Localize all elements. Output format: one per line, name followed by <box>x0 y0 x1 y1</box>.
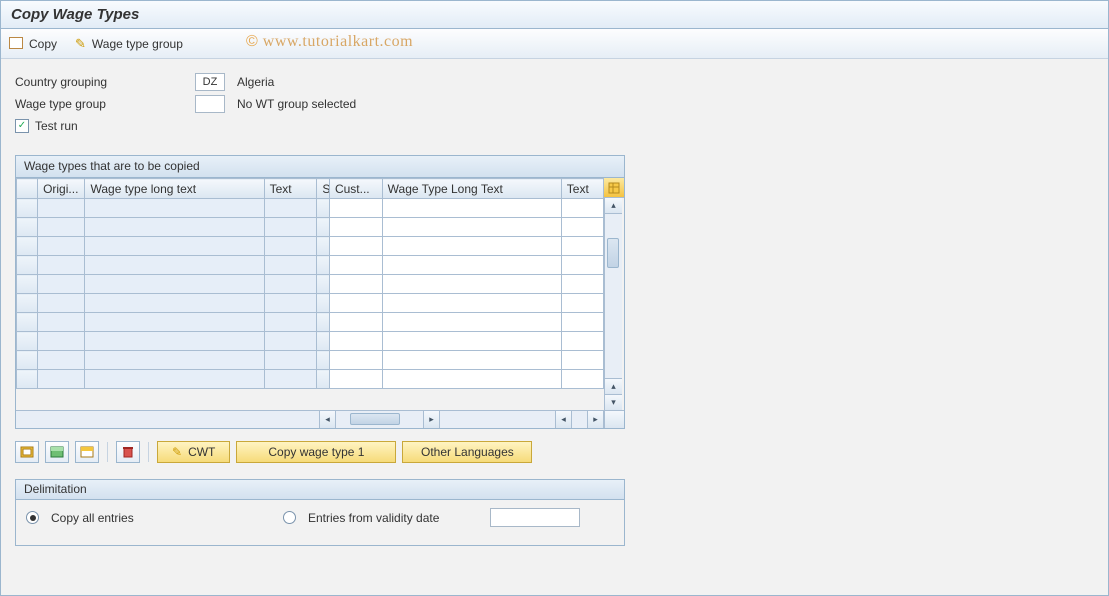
copy-wage-type-1-button[interactable]: Copy wage type 1 <box>236 441 396 463</box>
country-label: Country grouping <box>15 75 195 89</box>
col-wtlt1[interactable]: Wage type long text <box>85 179 264 199</box>
select-all-button[interactable] <box>15 441 39 463</box>
app-window: Copy Wage Types Copy ✎ Wage type group ©… <box>0 0 1109 596</box>
other-languages-button[interactable]: Other Languages <box>402 441 532 463</box>
deselect-all-button[interactable] <box>75 441 99 463</box>
hscroll-right-blank <box>440 411 556 428</box>
entries-from-label: Entries from validity date <box>308 511 478 525</box>
watermark: © © www.tutorialkart.comwww.tutorialkart… <box>246 33 413 51</box>
scroll-thumb[interactable] <box>607 238 619 268</box>
cwt-button[interactable]: ✎ CWT <box>157 441 230 463</box>
entries-from-radio[interactable] <box>283 511 296 524</box>
copy-all-label: Copy all entries <box>51 511 271 525</box>
page-title: Copy Wage Types <box>1 1 1108 29</box>
grid-rows <box>17 199 604 389</box>
col-s[interactable]: S <box>317 179 330 199</box>
wtg-label: Wage type group <box>92 37 183 51</box>
hscroll-thumb[interactable] <box>350 413 400 425</box>
horizontal-scroll-row: ◂ ▸ ◂ ▸ <box>16 410 624 428</box>
column-settings-button[interactable] <box>604 178 624 198</box>
cwt-label: CWT <box>188 445 215 459</box>
title-text: Copy Wage Types <box>11 6 139 23</box>
country-name: Algeria <box>237 75 274 89</box>
scroll-up2-icon[interactable]: ▴ <box>605 378 622 394</box>
delete-button[interactable] <box>116 441 140 463</box>
select-block-button[interactable] <box>45 441 69 463</box>
row-selector-header[interactable] <box>17 179 38 199</box>
col-wtlt2[interactable]: Wage Type Long Text <box>382 179 561 199</box>
vertical-scrollbar[interactable]: ▴ ▴ ▾ <box>604 198 622 410</box>
wtg-desc: No WT group selected <box>237 97 356 111</box>
hscroll-mid[interactable]: ◂ ▸ <box>320 411 440 428</box>
delete-icon <box>121 446 135 458</box>
wage-types-grid[interactable]: Origi... Wage type long text Text S Cust… <box>16 178 604 389</box>
hscroll-left2-icon[interactable]: ◂ <box>556 411 572 428</box>
wage-type-group-button[interactable]: ✎ Wage type group <box>75 36 183 52</box>
col-cust[interactable]: Cust... <box>329 179 382 199</box>
hscroll-right2-icon[interactable]: ▸ <box>587 411 603 428</box>
col-origi[interactable]: Origi... <box>38 179 85 199</box>
deselect-all-icon <box>80 446 94 458</box>
other-lang-label: Other Languages <box>421 445 514 459</box>
copy-button[interactable]: Copy <box>11 37 57 51</box>
copy-icon <box>11 39 23 49</box>
hscroll-end[interactable]: ◂ ▸ <box>556 411 604 428</box>
select-block-icon <box>50 446 64 458</box>
copy-all-radio[interactable] <box>26 511 39 524</box>
separator <box>107 442 108 462</box>
hscroll-right-icon[interactable]: ▸ <box>423 411 439 428</box>
country-row: Country grouping DZ Algeria <box>15 71 1094 93</box>
hscroll-corner <box>604 411 624 428</box>
hscroll-left-blank <box>16 411 320 428</box>
select-all-icon <box>20 446 34 458</box>
action-row: ✎ CWT Copy wage type 1 Other Languages <box>15 441 1094 463</box>
hscroll-left-icon[interactable]: ◂ <box>320 411 336 428</box>
scroll-up-icon[interactable]: ▴ <box>605 198 622 214</box>
table-settings-icon <box>608 182 620 194</box>
wtg-form-label: Wage type group <box>15 97 195 111</box>
table-title: Wage types that are to be copied <box>16 156 624 178</box>
delimitation-title: Delimitation <box>16 480 624 500</box>
wtg-row: Wage type group No WT group selected <box>15 93 1094 115</box>
wtg-code-input[interactable] <box>195 95 225 113</box>
testrun-checkbox[interactable]: ✓ <box>15 119 29 133</box>
col-text1[interactable]: Text <box>264 179 317 199</box>
separator <box>148 442 149 462</box>
wage-types-table-group: Wage types that are to be copied Origi..… <box>15 155 625 429</box>
pencil-icon: ✎ <box>75 36 86 52</box>
testrun-row: ✓ Test run <box>15 115 1094 137</box>
toolbar: Copy ✎ Wage type group © © www.tutorialk… <box>1 29 1108 59</box>
scroll-down-icon[interactable]: ▾ <box>605 394 622 410</box>
validity-date-input[interactable] <box>490 508 580 527</box>
edit-icon: ✎ <box>172 445 182 459</box>
country-code-input[interactable]: DZ <box>195 73 225 91</box>
col-text2[interactable]: Text <box>561 179 603 199</box>
copy1-label: Copy wage type 1 <box>268 445 364 459</box>
table-body: Origi... Wage type long text Text S Cust… <box>16 178 604 410</box>
delimitation-box: Delimitation Copy all entries Entries fr… <box>15 479 625 546</box>
testrun-label: Test run <box>35 119 78 133</box>
copy-label: Copy <box>29 37 57 51</box>
content-area: Country grouping DZ Algeria Wage type gr… <box>1 59 1108 558</box>
